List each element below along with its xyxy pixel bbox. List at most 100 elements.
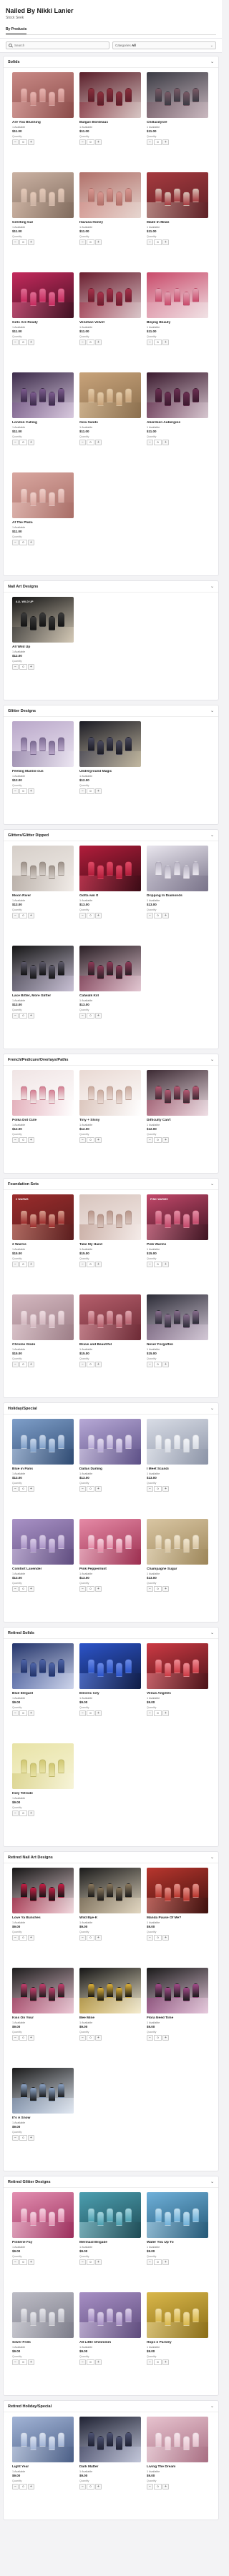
product-image[interactable] xyxy=(147,1519,208,1565)
quantity-value[interactable]: 0 xyxy=(19,1586,27,1592)
product-image[interactable] xyxy=(147,1419,208,1465)
decrement-button[interactable]: − xyxy=(12,664,19,670)
increment-button[interactable]: + xyxy=(95,2359,102,2365)
quantity-value[interactable]: 0 xyxy=(154,1586,162,1592)
increment-button[interactable]: + xyxy=(162,440,169,445)
decrement-button[interactable]: − xyxy=(79,2259,86,2265)
increment-button[interactable]: + xyxy=(162,1586,169,1592)
quantity-value[interactable]: 0 xyxy=(154,1486,162,1492)
increment-button[interactable]: + xyxy=(162,2259,169,2265)
decrement-button[interactable]: − xyxy=(147,2259,153,2265)
decrement-button[interactable]: − xyxy=(12,1810,19,1816)
quantity-value[interactable]: 0 xyxy=(87,1137,94,1143)
product-image[interactable] xyxy=(147,846,208,891)
section-header[interactable]: Retired Glitter Designs ⌄ xyxy=(4,2176,218,2188)
increment-button[interactable]: + xyxy=(95,1935,102,1941)
product-image[interactable] xyxy=(79,2292,141,2338)
quantity-value[interactable]: 0 xyxy=(19,664,27,670)
increment-button[interactable]: + xyxy=(28,788,34,794)
product-image[interactable] xyxy=(147,172,208,218)
increment-button[interactable]: + xyxy=(162,2359,169,2365)
quantity-value[interactable]: 0 xyxy=(154,1262,162,1267)
decrement-button[interactable]: − xyxy=(12,1710,19,1716)
increment-button[interactable]: + xyxy=(162,139,169,145)
product-image[interactable] xyxy=(79,372,141,418)
increment-button[interactable]: + xyxy=(95,1362,102,1367)
product-image[interactable] xyxy=(12,1743,74,1789)
product-image[interactable] xyxy=(147,1070,208,1116)
increment-button[interactable]: + xyxy=(162,1486,169,1492)
quantity-value[interactable]: 0 xyxy=(154,2359,162,2365)
quantity-value[interactable]: 0 xyxy=(87,1362,94,1367)
quantity-value[interactable]: 0 xyxy=(87,913,94,918)
decrement-button[interactable]: − xyxy=(12,239,19,245)
increment-button[interactable]: + xyxy=(28,2484,34,2490)
increment-button[interactable]: + xyxy=(162,239,169,245)
product-image[interactable] xyxy=(79,1194,141,1240)
increment-button[interactable]: + xyxy=(28,1935,34,1941)
quantity-value[interactable]: 0 xyxy=(154,239,162,245)
chevron-down-icon[interactable]: ⌄ xyxy=(210,584,214,589)
quantity-value[interactable]: 0 xyxy=(87,1586,94,1592)
quantity-value[interactable]: 0 xyxy=(154,2259,162,2265)
product-image[interactable] xyxy=(12,721,74,767)
decrement-button[interactable]: − xyxy=(147,913,153,918)
increment-button[interactable]: + xyxy=(95,1137,102,1143)
quantity-value[interactable]: 0 xyxy=(87,2259,94,2265)
decrement-button[interactable]: − xyxy=(147,139,153,145)
quantity-value[interactable]: 0 xyxy=(19,340,27,345)
chevron-down-icon[interactable]: ⌄ xyxy=(210,708,214,713)
chevron-down-icon[interactable]: ⌄ xyxy=(210,1855,214,1860)
quantity-value[interactable]: 0 xyxy=(87,139,94,145)
product-image[interactable] xyxy=(12,172,74,218)
product-image[interactable] xyxy=(12,72,74,118)
decrement-button[interactable]: − xyxy=(147,2484,153,2490)
product-image[interactable] xyxy=(12,2417,74,2462)
decrement-button[interactable]: − xyxy=(147,1586,153,1592)
quantity-value[interactable]: 0 xyxy=(154,139,162,145)
product-image[interactable] xyxy=(12,2192,74,2238)
decrement-button[interactable]: − xyxy=(79,1486,86,1492)
decrement-button[interactable]: − xyxy=(147,440,153,445)
product-image[interactable] xyxy=(79,2192,141,2238)
quantity-value[interactable]: 0 xyxy=(19,788,27,794)
product-image[interactable] xyxy=(12,1294,74,1340)
section-header[interactable]: Nail Art Designs ⌄ xyxy=(4,581,218,593)
quantity-value[interactable]: 0 xyxy=(19,540,27,545)
product-image[interactable] xyxy=(79,846,141,891)
quantity-value[interactable]: 0 xyxy=(154,1362,162,1367)
quantity-value[interactable]: 0 xyxy=(154,1935,162,1941)
product-image[interactable] xyxy=(79,72,141,118)
increment-button[interactable]: + xyxy=(28,540,34,545)
product-image[interactable] xyxy=(79,1519,141,1565)
quantity-value[interactable]: 0 xyxy=(154,2035,162,2041)
quantity-value[interactable]: 0 xyxy=(19,2359,27,2365)
product-image[interactable] xyxy=(147,2192,208,2238)
decrement-button[interactable]: − xyxy=(12,2035,19,2041)
product-image[interactable] xyxy=(12,1643,74,1689)
decrement-button[interactable]: − xyxy=(79,1362,86,1367)
decrement-button[interactable]: − xyxy=(147,1486,153,1492)
chevron-down-icon[interactable]: ⌄ xyxy=(210,833,214,838)
decrement-button[interactable]: − xyxy=(147,239,153,245)
product-image[interactable] xyxy=(79,272,141,318)
decrement-button[interactable]: − xyxy=(79,1935,86,1941)
quantity-value[interactable]: 0 xyxy=(87,340,94,345)
increment-button[interactable]: + xyxy=(28,2259,34,2265)
product-image[interactable] xyxy=(79,1070,141,1116)
product-image[interactable] xyxy=(147,2417,208,2462)
decrement-button[interactable]: − xyxy=(12,1262,19,1267)
chevron-down-icon[interactable]: ⌄ xyxy=(210,1182,214,1187)
increment-button[interactable]: + xyxy=(95,2035,102,2041)
quantity-value[interactable]: 0 xyxy=(154,1710,162,1716)
section-header[interactable]: Holiday/Special ⌄ xyxy=(4,1403,218,1415)
category-select[interactable]: Categories All ⌄ xyxy=(112,41,216,49)
increment-button[interactable]: + xyxy=(95,1262,102,1267)
increment-button[interactable]: + xyxy=(28,2035,34,2041)
increment-button[interactable]: + xyxy=(28,664,34,670)
quantity-value[interactable]: 0 xyxy=(87,1486,94,1492)
quantity-value[interactable]: 0 xyxy=(19,139,27,145)
decrement-button[interactable]: − xyxy=(12,1935,19,1941)
decrement-button[interactable]: − xyxy=(12,540,19,545)
decrement-button[interactable]: − xyxy=(12,1137,19,1143)
